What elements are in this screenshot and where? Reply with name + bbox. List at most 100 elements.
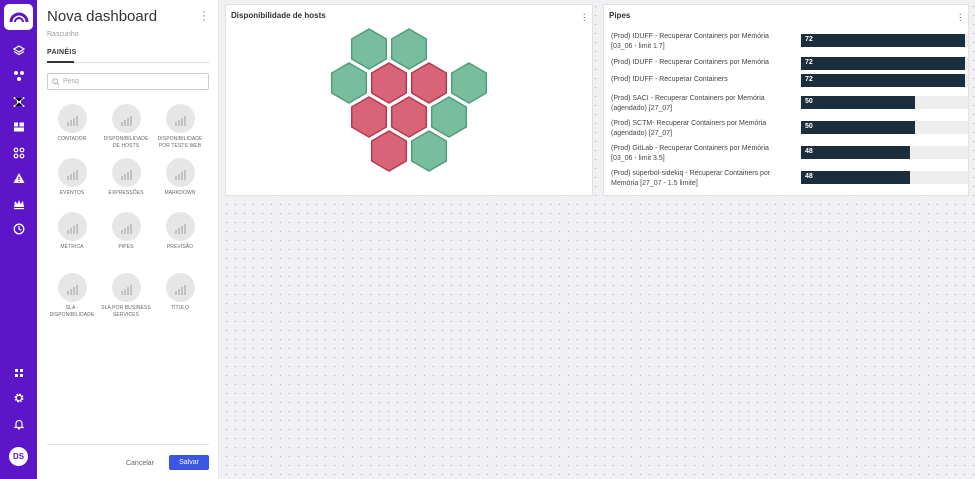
save-button[interactable]: Salvar — [169, 455, 209, 470]
chart-bars-icon — [57, 104, 87, 133]
widget-label: PIPES — [118, 244, 134, 250]
pipe-value: 50 — [805, 123, 813, 130]
widget-label: DISPONIBILIDADE POR TESTS WEB — [157, 136, 203, 149]
pipe-value: 72 — [805, 36, 813, 43]
widget-label: MARKDOWN — [164, 190, 196, 196]
widget-label: MÉTRICA — [60, 244, 84, 250]
widget-label: SLA POR BUSINESS SERVICES — [101, 305, 151, 318]
widget-tile[interactable]: SLA - DISPONIBILIDADE — [47, 273, 97, 319]
widget-tile[interactable]: TÍTULO — [155, 273, 205, 312]
chart-bars-icon — [111, 212, 141, 241]
widget-tile[interactable]: PREVISÃO — [155, 212, 205, 251]
chart-bars-icon — [57, 158, 87, 187]
widget-tile[interactable]: MARKDOWN — [155, 158, 205, 197]
host-hex-up[interactable] — [410, 130, 448, 172]
search-box — [47, 73, 209, 90]
widget-tile[interactable]: PIPES — [101, 212, 151, 251]
pipe-bar-track: 48 — [801, 146, 968, 159]
widget-panel: Nova dashboard ··· Rascunho PAINÉIS CONT… — [37, 0, 219, 479]
chart-bars-icon — [165, 158, 195, 187]
pipe-value: 50 — [805, 98, 813, 105]
widget-label: EVENTOS — [59, 190, 85, 196]
pipe-label: (Prod) GitLab - Recuperar Containers por… — [611, 145, 769, 162]
host-hex-up[interactable] — [350, 28, 388, 70]
dashboard-icon[interactable] — [9, 117, 28, 136]
pipe-bar-track: 72 — [801, 74, 968, 87]
pipe-value: 48 — [805, 173, 813, 180]
pipe-label: (Prod) superbol-sidekiq - Recuperar Cont… — [611, 170, 771, 187]
chart-bars-icon — [111, 158, 141, 187]
widget-label: DISPONIBILIDADE DE HOSTS — [103, 136, 149, 149]
pipe-value: 48 — [805, 148, 813, 155]
search-icon — [52, 77, 60, 86]
clock-icon[interactable] — [9, 219, 28, 238]
search-input[interactable] — [63, 78, 203, 85]
nodes-icon[interactable] — [9, 66, 28, 85]
chart-bars-icon — [111, 273, 141, 302]
host-hex-down[interactable] — [370, 62, 408, 104]
hex-chart — [330, 28, 488, 172]
chart-bars-icon — [57, 273, 87, 302]
chart-bars-icon — [57, 212, 87, 241]
more-options-icon[interactable]: · · · — [200, 7, 208, 26]
pipe-label: (Prod) SCTM- Recuperar Containers por Me… — [611, 120, 767, 137]
pipe-value: 72 — [805, 59, 813, 66]
alert-icon[interactable] — [9, 168, 28, 187]
host-hex-up[interactable] — [450, 62, 488, 104]
chart-bars-icon — [111, 104, 141, 133]
pipe-label: (Prod) IDUFF - Recuperar Containers por … — [611, 33, 769, 50]
pipe-bar: 50 — [801, 96, 915, 109]
host-hex-down[interactable] — [390, 96, 428, 138]
widget-tile[interactable]: EVENTOS — [47, 158, 97, 197]
widget-label: TÍTULO — [170, 305, 190, 311]
pipe-bar: 48 — [801, 171, 911, 184]
pipe-bar-track: 72 — [801, 34, 968, 47]
pipe-bar: 72 — [801, 74, 965, 87]
bell-icon[interactable] — [9, 414, 28, 433]
flows-icon[interactable] — [9, 143, 28, 162]
nav-rail: DS — [0, 0, 37, 479]
host-hex-down[interactable] — [350, 96, 388, 138]
app-logo[interactable] — [4, 4, 33, 30]
pipe-bar: 72 — [801, 34, 965, 47]
pipe-label: (Prod) IDUFF - Recuperar Containers — [611, 76, 728, 83]
user-avatar[interactable]: DS — [9, 447, 28, 466]
pipe-bar-track: 50 — [801, 121, 968, 134]
crown-icon[interactable] — [9, 194, 28, 213]
layers-icon[interactable] — [9, 41, 28, 60]
cancel-button[interactable]: Cancelar — [120, 456, 160, 470]
card-title: Pipes — [609, 11, 631, 20]
chart-bars-icon — [165, 212, 195, 241]
host-hex-up[interactable] — [430, 96, 468, 138]
pipes-card[interactable]: Pipes · · · (Prod) IDUFF - Recuperar Conta… — [603, 4, 969, 196]
widget-tile[interactable]: EXPRESSÕES — [101, 158, 151, 197]
host-hex-up[interactable] — [390, 28, 428, 70]
tab-paineis[interactable]: PAINÉIS — [47, 49, 77, 56]
pipe-label: (Prod) SACI - Recuperar Containers por M… — [611, 95, 765, 112]
page-title: Nova dashboard — [47, 8, 158, 25]
pipe-bar: 48 — [801, 146, 911, 159]
pipe-bar-track: 72 — [801, 57, 968, 70]
widget-tile[interactable]: MÉTRICA — [47, 212, 97, 251]
network-icon[interactable] — [9, 92, 28, 111]
widget-tile[interactable]: CONTADOR — [47, 104, 97, 143]
host-hex-down[interactable] — [410, 62, 448, 104]
host-hex-down[interactable] — [370, 130, 408, 172]
widget-tile[interactable]: DISPONIBILIDADE POR TESTS WEB — [155, 104, 205, 150]
widget-tile[interactable]: DISPONIBILIDADE DE HOSTS — [101, 104, 151, 150]
settings-icon[interactable] — [9, 388, 28, 407]
host-hex-up[interactable] — [330, 62, 368, 104]
logo-icon — [9, 12, 28, 23]
pipe-bar-track: 48 — [801, 171, 968, 184]
pipe-label: (Prod) IDUFF - Recuperar Containers por … — [611, 59, 769, 66]
more-options-icon[interactable]: · · · — [959, 10, 962, 26]
chart-bars-icon — [165, 104, 195, 133]
widget-tile[interactable]: SLA POR BUSINESS SERVICES — [101, 273, 151, 319]
chart-bars-icon — [165, 273, 195, 302]
hosts-availability-card[interactable]: Disponibilidade de hosts · · · — [225, 4, 593, 196]
widget-label: PREVISÃO — [166, 244, 194, 250]
draft-label: Rascunho — [47, 31, 79, 38]
pipe-bar: 72 — [801, 57, 965, 70]
pipe-label: (Prod) Tempo de Job - Recuperar Containe… — [611, 194, 789, 195]
apps-icon[interactable] — [9, 363, 28, 382]
